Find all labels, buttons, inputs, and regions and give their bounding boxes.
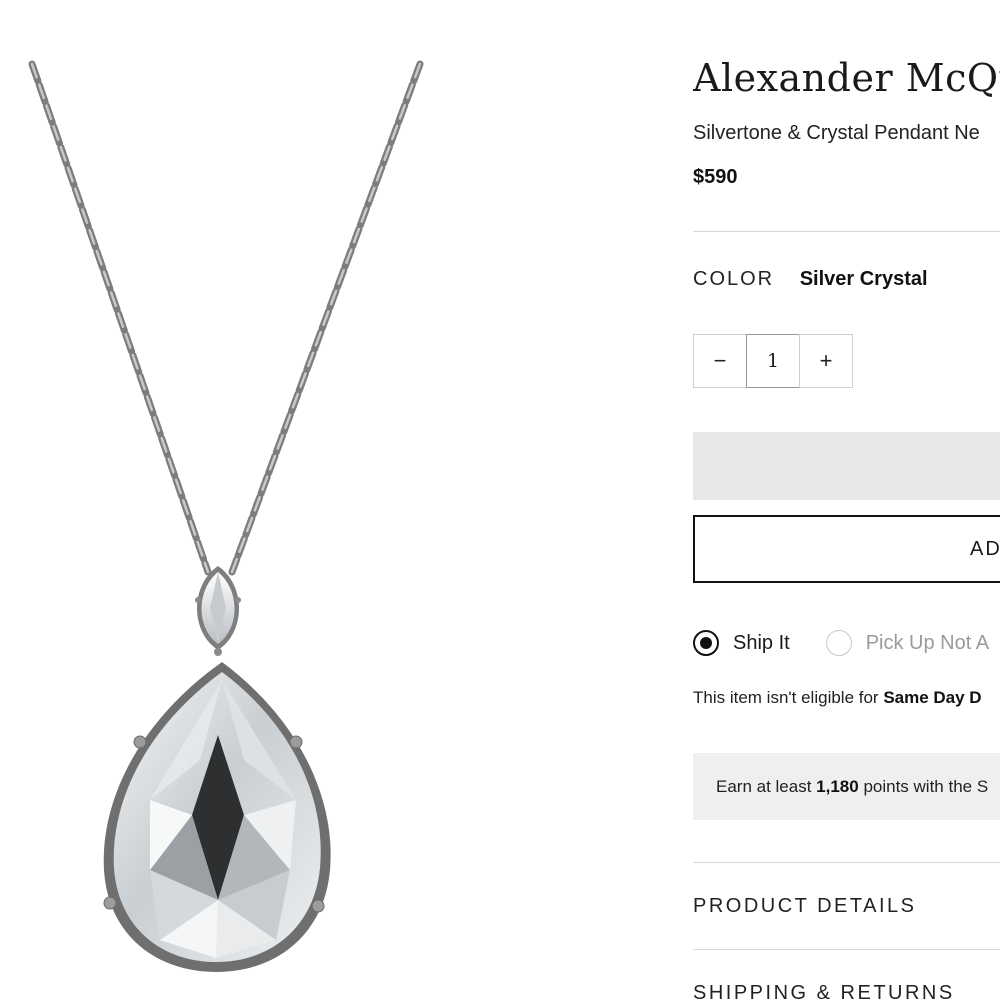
eligibility-bold: Same Day D bbox=[883, 688, 982, 707]
product-name: Silvertone & Crystal Pendant Ne bbox=[693, 122, 980, 144]
product-info: Alexander McQue Silvertone & Crystal Pen… bbox=[693, 0, 1000, 1000]
divider bbox=[693, 231, 1000, 232]
color-label: COLOR bbox=[693, 268, 775, 290]
divider bbox=[693, 862, 1000, 863]
eligibility-text: This item isn't eligible for bbox=[693, 688, 884, 707]
quantity-stepper: − 1 + bbox=[693, 334, 853, 388]
product-image[interactable] bbox=[0, 0, 460, 1000]
ship-it-radio[interactable] bbox=[693, 630, 719, 656]
quantity-value[interactable]: 1 bbox=[746, 334, 800, 388]
product-details-accordion[interactable]: PRODUCT DETAILS bbox=[693, 895, 916, 918]
divider bbox=[693, 949, 1000, 950]
pick-up-label[interactable]: Pick Up Not A bbox=[866, 632, 989, 655]
pendant-necklace-illustration bbox=[28, 60, 424, 972]
points-suffix: points with the S bbox=[858, 777, 989, 796]
points-prefix: Earn at least bbox=[716, 777, 817, 796]
ship-it-label[interactable]: Ship It bbox=[733, 632, 790, 655]
pear-crystal bbox=[103, 662, 331, 972]
fulfillment-options: Ship It Pick Up Not A bbox=[693, 628, 989, 658]
shipping-returns-accordion[interactable]: SHIPPING & RETURNS bbox=[693, 982, 955, 1000]
add-to-bag-button[interactable] bbox=[693, 432, 1000, 500]
marquise-stone bbox=[195, 566, 241, 656]
product-page: Alexander McQue Silvertone & Crystal Pen… bbox=[0, 0, 1000, 1000]
increment-button[interactable]: + bbox=[799, 334, 853, 388]
same-day-eligibility-note: This item isn't eligible for Same Day D bbox=[693, 688, 982, 708]
points-banner: Earn at least 1,180 points with the S bbox=[693, 753, 1000, 820]
color-value: Silver Crystal bbox=[799, 268, 928, 290]
points-value: 1,180 bbox=[816, 777, 859, 796]
decrement-button[interactable]: − bbox=[693, 334, 747, 388]
add-to-wishlist-button[interactable]: AD bbox=[693, 515, 1000, 583]
product-price: $590 bbox=[693, 166, 738, 188]
brand-name[interactable]: Alexander McQue bbox=[693, 56, 1000, 100]
pick-up-radio[interactable] bbox=[825, 630, 852, 656]
color-selector: COLOR Silver Crystal bbox=[693, 268, 928, 291]
